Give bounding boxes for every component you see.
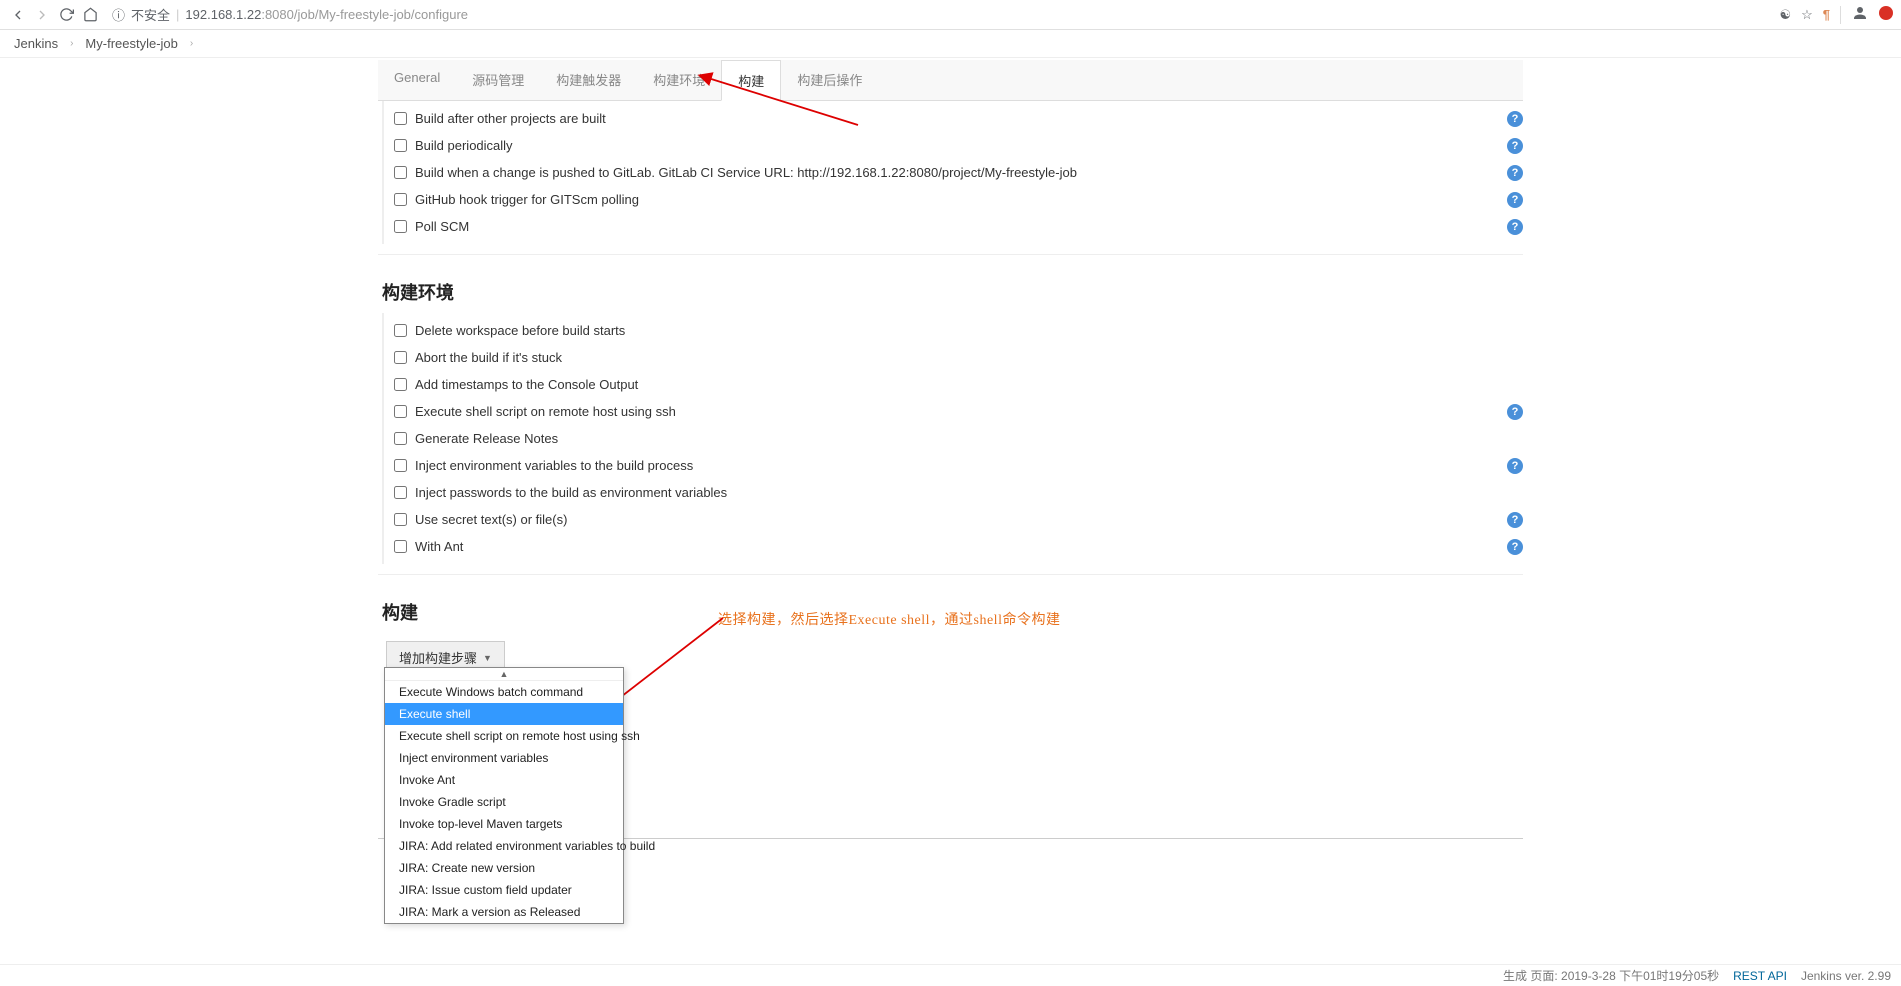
checkbox-periodically[interactable] bbox=[394, 139, 407, 152]
url-path: /job/My-freestyle-job/configure bbox=[294, 7, 468, 22]
back-icon[interactable] bbox=[8, 5, 28, 25]
help-icon[interactable]: ? bbox=[1507, 539, 1523, 555]
dropdown-item[interactable]: JIRA: Mark a version as Released bbox=[385, 901, 623, 923]
tab-post[interactable]: 构建后操作 bbox=[781, 60, 878, 100]
info-icon: ⓘ bbox=[112, 5, 125, 24]
help-icon[interactable]: ? bbox=[1507, 192, 1523, 208]
home-icon[interactable] bbox=[80, 5, 100, 25]
checkbox-build-after[interactable] bbox=[394, 112, 407, 125]
trigger-gitlab-push: Build when a change is pushed to GitLab.… bbox=[394, 159, 1523, 186]
tab-general[interactable]: General bbox=[378, 60, 456, 100]
checkbox-inject-pwd[interactable] bbox=[394, 486, 407, 499]
checkbox-exec-ssh[interactable] bbox=[394, 405, 407, 418]
triggers-section: Build after other projects are built ? B… bbox=[382, 101, 1523, 244]
dropdown-item[interactable]: JIRA: Issue custom field updater bbox=[385, 879, 623, 901]
star-icon[interactable]: ☆ bbox=[1801, 7, 1813, 23]
help-icon[interactable]: ? bbox=[1507, 165, 1523, 181]
reload-icon[interactable] bbox=[56, 5, 76, 25]
build-step-dropdown: ▲ Execute Windows batch commandExecute s… bbox=[384, 667, 624, 924]
annotation-text: 选择构建，然后选择Execute shell，通过shell命令构建 bbox=[718, 609, 1060, 629]
breadcrumb-job[interactable]: My-freestyle-job bbox=[85, 36, 177, 51]
help-icon[interactable]: ? bbox=[1507, 512, 1523, 528]
caret-down-icon: ▼ bbox=[483, 653, 492, 663]
checkbox-secret[interactable] bbox=[394, 513, 407, 526]
footer-rest-api[interactable]: REST API bbox=[1733, 969, 1787, 983]
dropdown-item[interactable]: Invoke Ant bbox=[385, 769, 623, 791]
tab-scm[interactable]: 源码管理 bbox=[456, 60, 540, 100]
account-icon[interactable] bbox=[1851, 4, 1869, 25]
dropdown-item[interactable]: Execute Windows batch command bbox=[385, 681, 623, 703]
checkbox-release-notes[interactable] bbox=[394, 432, 407, 445]
paragraph-icon[interactable]: ¶ bbox=[1823, 7, 1830, 22]
chevron-right-icon: › bbox=[70, 38, 73, 49]
tab-env[interactable]: 构建环境 bbox=[637, 60, 721, 100]
insecure-label: 不安全 bbox=[131, 5, 170, 24]
url-host: 192.168.1.22 bbox=[185, 7, 261, 22]
dropdown-item[interactable]: JIRA: Create new version bbox=[385, 857, 623, 879]
env-section: Delete workspace before build starts Abo… bbox=[382, 313, 1523, 564]
help-icon[interactable]: ? bbox=[1507, 404, 1523, 420]
checkbox-inject-env[interactable] bbox=[394, 459, 407, 472]
section-title-env: 构建环境 bbox=[378, 263, 1523, 313]
page-footer: 生成 页面: 2019-3-28 下午01时19分05秒 REST API Je… bbox=[0, 964, 1901, 986]
dropdown-item[interactable]: JIRA: Add related environment variables … bbox=[385, 835, 623, 857]
dropdown-item[interactable]: Execute shell script on remote host usin… bbox=[385, 725, 623, 747]
footer-version: Jenkins ver. 2.99 bbox=[1801, 969, 1891, 983]
config-tabs: General 源码管理 构建触发器 构建环境 构建 构建后操作 bbox=[378, 60, 1523, 101]
app-badge-icon[interactable] bbox=[1879, 6, 1893, 23]
trigger-periodically: Build periodically ? bbox=[394, 132, 1523, 159]
tab-build[interactable]: 构建 bbox=[721, 60, 781, 101]
checkbox-with-ant[interactable] bbox=[394, 540, 407, 553]
translate-icon[interactable]: ☯ bbox=[1779, 7, 1791, 23]
checkbox-delete-ws[interactable] bbox=[394, 324, 407, 337]
breadcrumb-root[interactable]: Jenkins bbox=[14, 36, 58, 51]
dropdown-item[interactable]: Invoke top-level Maven targets bbox=[385, 813, 623, 835]
checkbox-gitlab-push[interactable] bbox=[394, 166, 407, 179]
breadcrumb: Jenkins › My-freestyle-job › bbox=[0, 30, 1901, 58]
chevron-right-icon: › bbox=[190, 38, 193, 49]
checkbox-timestamps[interactable] bbox=[394, 378, 407, 391]
checkbox-poll-scm[interactable] bbox=[394, 220, 407, 233]
checkbox-github-hook[interactable] bbox=[394, 193, 407, 206]
tab-trigger[interactable]: 构建触发器 bbox=[540, 60, 637, 100]
help-icon[interactable]: ? bbox=[1507, 219, 1523, 235]
dropdown-item[interactable]: Execute shell bbox=[385, 703, 623, 725]
help-icon[interactable]: ? bbox=[1507, 111, 1523, 127]
footer-generated: 生成 页面: 2019-3-28 下午01时19分05秒 bbox=[1503, 967, 1719, 984]
help-icon[interactable]: ? bbox=[1507, 138, 1523, 154]
dropdown-scroll-up-icon[interactable]: ▲ bbox=[385, 668, 623, 681]
dropdown-item[interactable]: Inject environment variables bbox=[385, 747, 623, 769]
url-port: :8080 bbox=[261, 7, 294, 22]
forward-icon[interactable] bbox=[32, 5, 52, 25]
help-icon[interactable]: ? bbox=[1507, 458, 1523, 474]
trigger-build-after: Build after other projects are built ? bbox=[394, 105, 1523, 132]
trigger-github-hook: GitHub hook trigger for GITScm polling ? bbox=[394, 186, 1523, 213]
address-bar[interactable]: ⓘ 不安全 | 192.168.1.22:8080/job/My-freesty… bbox=[112, 5, 1775, 24]
browser-toolbar: ⓘ 不安全 | 192.168.1.22:8080/job/My-freesty… bbox=[0, 0, 1901, 30]
dropdown-item[interactable]: Invoke Gradle script bbox=[385, 791, 623, 813]
trigger-poll-scm: Poll SCM ? bbox=[394, 213, 1523, 240]
checkbox-abort-stuck[interactable] bbox=[394, 351, 407, 364]
